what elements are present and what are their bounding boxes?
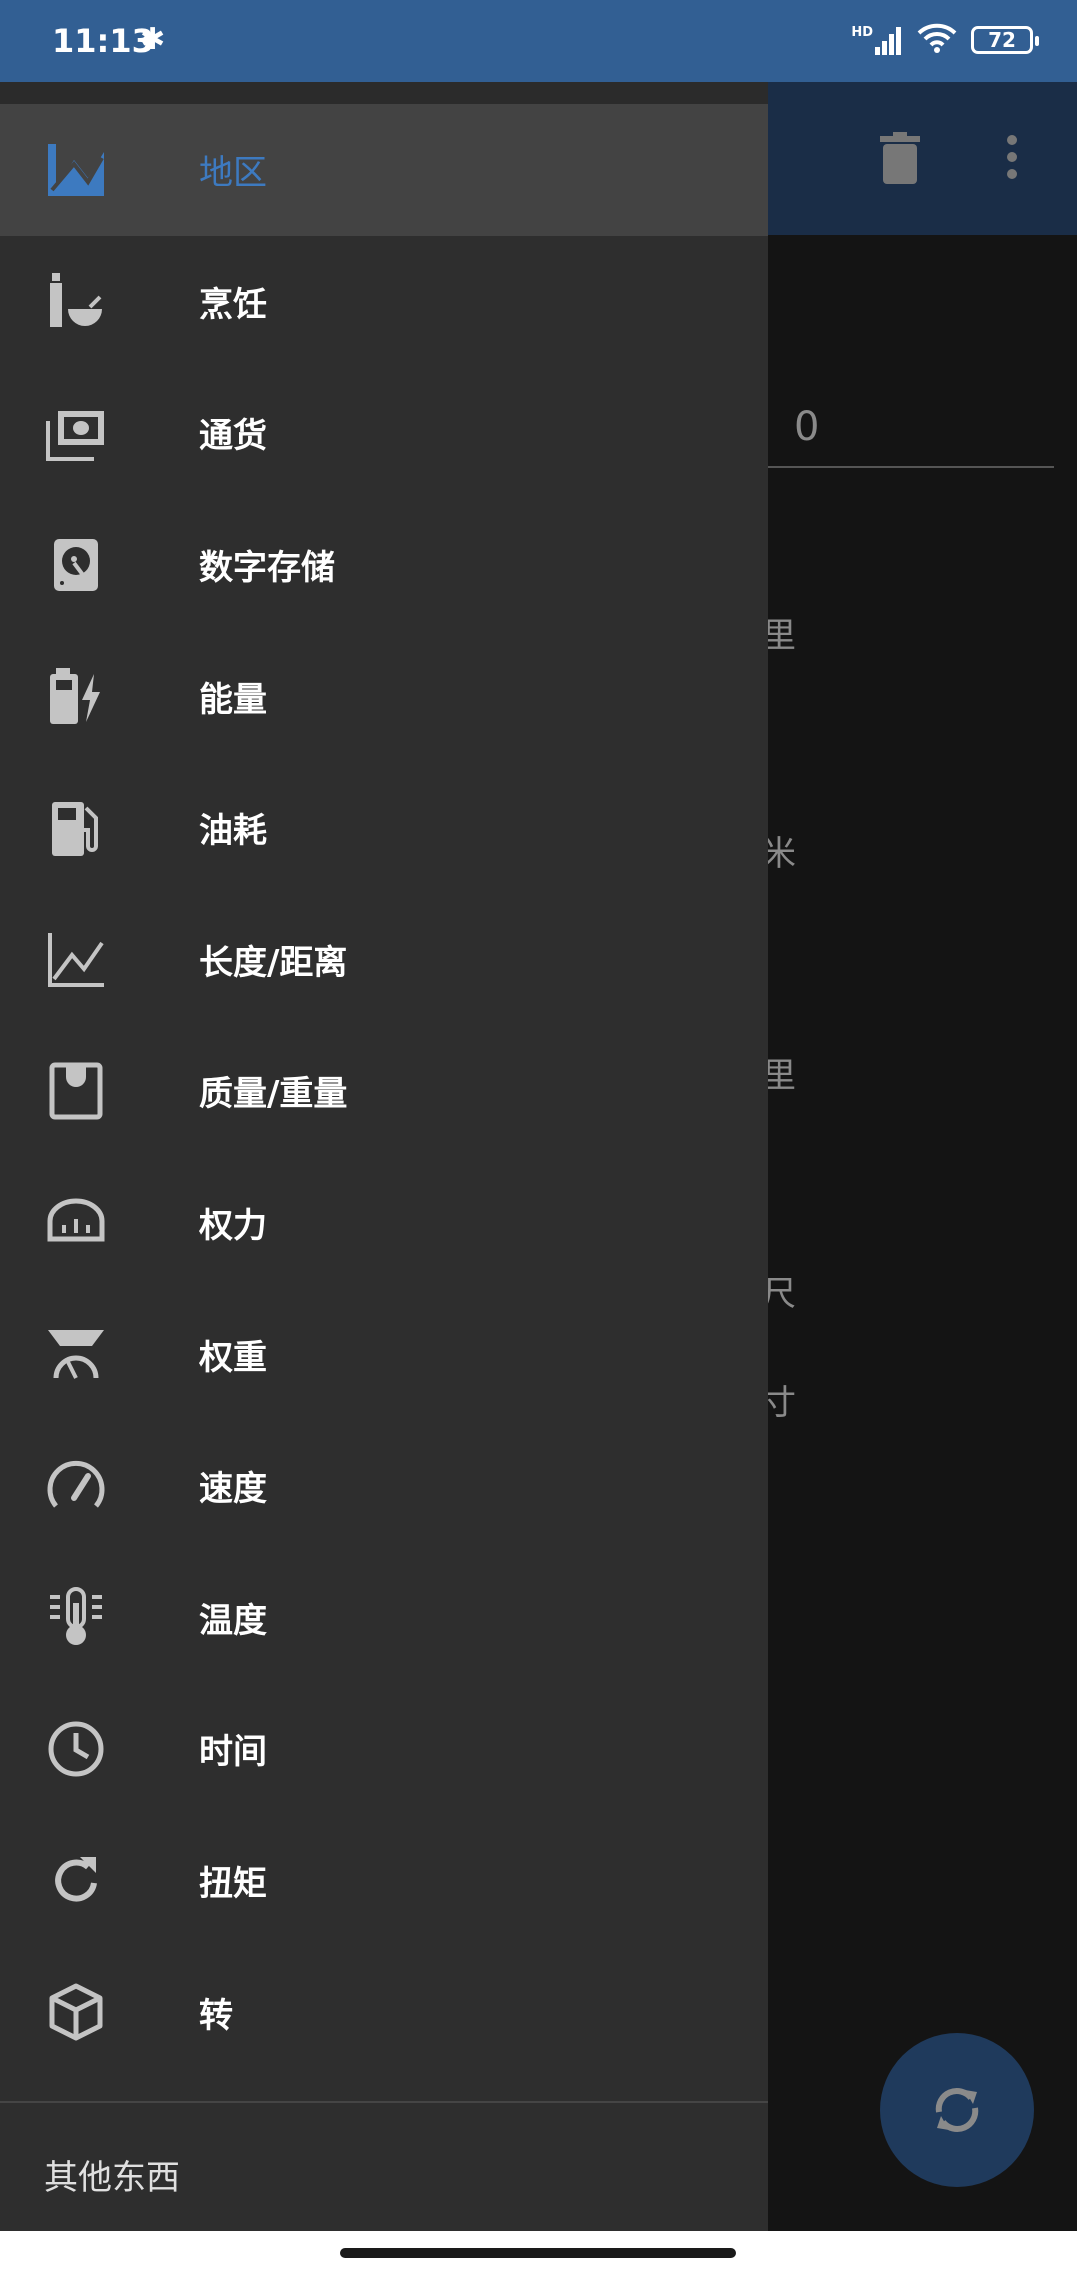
hard-drive-icon [44, 533, 108, 597]
input-value: 0 [794, 404, 820, 450]
drawer-item-label: 油耗 [199, 811, 267, 852]
drawer-item-scale[interactable]: 质量/重量 [0, 1025, 768, 1157]
navigation-drawer: 地区烹饪通货数字存储能量油耗长度/距离质量/重量权力权重速度温度时间扭矩转 其他… [0, 82, 768, 2231]
drawer-item-fuel[interactable]: 油耗 [0, 762, 768, 894]
home-handle[interactable] [340, 2248, 736, 2258]
clock-icon [44, 1717, 108, 1781]
trash-icon[interactable] [880, 132, 920, 188]
signal-icon: HD [851, 25, 903, 55]
weight-scale-icon [44, 1322, 108, 1386]
drawer-item-label: 权力 [199, 1206, 267, 1247]
more-vert-icon[interactable] [1006, 134, 1018, 184]
battery-indicator: 72 [971, 26, 1039, 54]
divider [0, 2101, 768, 2103]
area-chart-icon [44, 138, 108, 202]
thermometer-icon [44, 1585, 108, 1649]
drawer-item-thermometer[interactable]: 温度 [0, 1552, 768, 1684]
app-bar [768, 82, 1077, 235]
cube-icon [44, 1980, 108, 2044]
scale-icon [44, 1059, 108, 1123]
drawer-item-cube[interactable]: 转 [0, 1946, 768, 2078]
drawer-item-other[interactable]: 其他东西 [44, 2150, 180, 2199]
power-meter-icon [44, 1191, 108, 1255]
drawer-item-rotate[interactable]: 扭矩 [0, 1815, 768, 1947]
currency-icon [44, 401, 108, 465]
clock: 11:13 [52, 22, 154, 60]
drawer-item-battery-charging[interactable]: 能量 [0, 630, 768, 762]
drawer-item-label: 扭矩 [199, 1864, 267, 1905]
drawer-item-label: 转 [199, 1995, 233, 2036]
drawer-item-label: 温度 [199, 1600, 267, 1641]
drawer-item-cooking[interactable]: 烹饪 [0, 236, 768, 368]
drawer-item-label: 权重 [199, 1337, 267, 1378]
drawer-item-line-chart[interactable]: 长度/距离 [0, 894, 768, 1026]
value-input[interactable]: 0 [768, 396, 1054, 468]
drawer-item-label: 地区 [199, 153, 267, 194]
drawer-item-power-meter[interactable]: 权力 [0, 1157, 768, 1289]
drawer-item-label: 质量/重量 [199, 1074, 348, 1115]
swap-button[interactable] [880, 2033, 1034, 2187]
battery-charging-icon [44, 664, 108, 728]
drawer-item-area-chart[interactable]: 地区 [0, 104, 768, 236]
drawer-item-label: 数字存储 [199, 548, 335, 589]
drawer-item-label: 速度 [199, 1469, 267, 1510]
drawer-item-label: 长度/距离 [199, 942, 348, 983]
cooking-icon [44, 269, 108, 333]
system-nav-bar [0, 2231, 1077, 2277]
drawer-item-currency[interactable]: 通货 [0, 367, 768, 499]
drawer-item-clock[interactable]: 时间 [0, 1683, 768, 1815]
speedometer-icon [44, 1454, 108, 1518]
drawer-item-label: 时间 [199, 1732, 267, 1773]
wifi-icon [917, 22, 957, 58]
bluetooth-icon: ✱ [140, 22, 166, 57]
drawer-item-speedometer[interactable]: 速度 [0, 1420, 768, 1552]
refresh-icon [935, 2088, 979, 2132]
drawer-header [0, 82, 768, 104]
drawer-item-label: 能量 [199, 679, 267, 720]
status-bar: 11:13 ✱ HD 72 [0, 0, 1077, 82]
drawer-item-label: 通货 [199, 416, 267, 457]
rotate-icon [44, 1849, 108, 1913]
network-type: HD [851, 25, 873, 40]
line-chart-icon [44, 927, 108, 991]
drawer-item-label: 烹饪 [199, 284, 267, 325]
fuel-icon [44, 796, 108, 860]
drawer-item-hard-drive[interactable]: 数字存储 [0, 499, 768, 631]
drawer-item-weight-scale[interactable]: 权重 [0, 1288, 768, 1420]
